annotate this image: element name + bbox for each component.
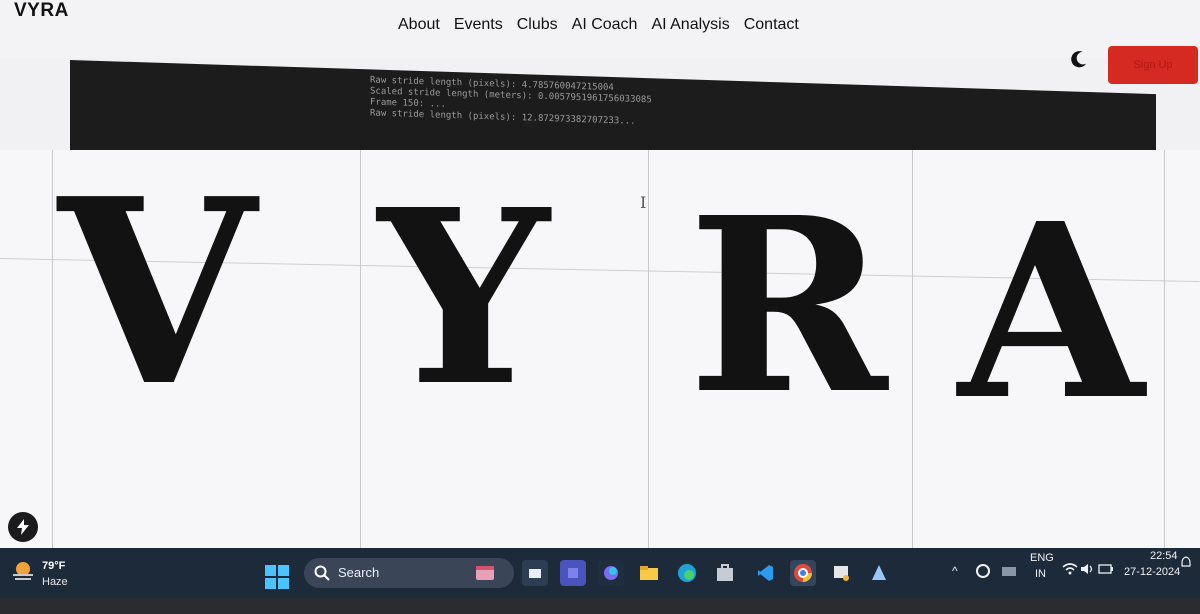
- grid-line: [360, 150, 361, 548]
- chevron-up-icon[interactable]: ^: [952, 564, 958, 578]
- app-icon[interactable]: [828, 560, 854, 586]
- weather-haze-icon[interactable]: [10, 558, 36, 584]
- clock-time[interactable]: 22:54: [1150, 550, 1178, 562]
- language-top[interactable]: ENG: [1030, 552, 1054, 564]
- text-cursor-icon: I: [640, 193, 647, 212]
- store-icon[interactable]: [712, 560, 738, 586]
- battery-icon[interactable]: [1098, 563, 1114, 575]
- calendar-icon: [476, 566, 494, 580]
- copilot-icon[interactable]: [598, 560, 624, 586]
- main-nav: About Events Clubs AI Coach AI Analysis …: [398, 16, 799, 34]
- language-bottom[interactable]: IN: [1035, 568, 1046, 580]
- search-label: Search: [338, 565, 380, 580]
- grid-line: [912, 150, 913, 548]
- nav-events[interactable]: Events: [454, 16, 503, 34]
- file-explorer-icon[interactable]: [636, 560, 662, 586]
- clock-date[interactable]: 27-12-2024: [1124, 566, 1180, 578]
- volume-icon[interactable]: [1080, 562, 1096, 576]
- paint-icon[interactable]: [866, 560, 892, 586]
- header-action-button[interactable]: Sign Up: [1108, 46, 1198, 84]
- chrome-icon[interactable]: [790, 560, 816, 586]
- floating-lightning-button[interactable]: [8, 512, 38, 542]
- weather-desc[interactable]: Haze: [42, 576, 68, 588]
- lightning-icon: [17, 519, 29, 535]
- search-icon: [314, 565, 330, 581]
- browser-viewport: VYRA About Events Clubs AI Coach AI Anal…: [0, 0, 1200, 548]
- nav-clubs[interactable]: Clubs: [517, 16, 558, 34]
- hero-letter-v: V: [58, 144, 256, 443]
- grid-line: [648, 150, 649, 548]
- taskbar-search[interactable]: Search: [304, 558, 514, 588]
- vscode-icon[interactable]: [752, 560, 778, 586]
- nav-contact[interactable]: Contact: [744, 16, 799, 34]
- windows-start-icon[interactable]: [264, 564, 290, 590]
- weather-temp[interactable]: 79°F: [42, 560, 65, 572]
- task-view-icon[interactable]: [522, 560, 548, 586]
- notification-bell-icon[interactable]: [1180, 556, 1192, 570]
- site-logo[interactable]: VYRA: [14, 0, 69, 22]
- dark-mode-moon-icon[interactable]: [1070, 50, 1088, 68]
- wifi-icon[interactable]: [1062, 562, 1078, 576]
- nav-ai-analysis[interactable]: AI Analysis: [651, 16, 729, 34]
- teams-icon[interactable]: [560, 560, 586, 586]
- hero-letter-a: A: [958, 171, 1145, 453]
- site-header: VYRA About Events Clubs AI Coach AI Anal…: [0, 0, 1200, 58]
- hero-letter-y: Y: [378, 157, 550, 439]
- grid-line: [52, 150, 53, 548]
- nav-about[interactable]: About: [398, 16, 440, 34]
- sync-icon[interactable]: [974, 562, 992, 580]
- hero-letter-r: R: [688, 165, 888, 447]
- grid-line: [1164, 150, 1165, 548]
- windows-taskbar: 79°F Haze Search ^ ENG IN 22:54 27-12-20…: [0, 548, 1200, 598]
- edge-icon[interactable]: [674, 560, 700, 586]
- meet-icon[interactable]: [1000, 562, 1018, 580]
- nav-ai-coach[interactable]: AI Coach: [572, 16, 638, 34]
